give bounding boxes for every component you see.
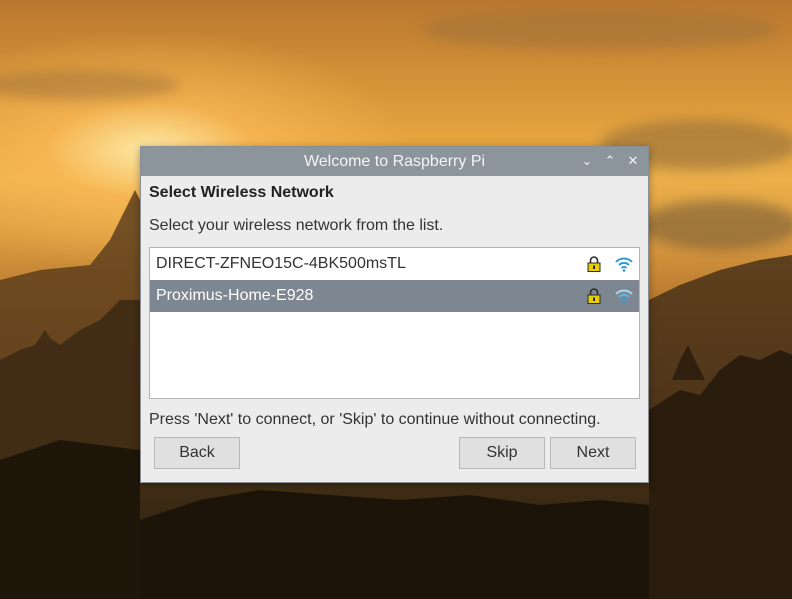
network-row[interactable]: DIRECT-ZFNEO15C-4BK500msTL bbox=[150, 248, 639, 280]
minimize-icon[interactable]: ⌄ bbox=[579, 153, 595, 169]
desktop-background: Welcome to Raspberry Pi ⌄ ⌃ ✕ Select Wir… bbox=[0, 0, 792, 599]
instruction-text: Select your wireless network from the li… bbox=[149, 217, 444, 234]
close-icon[interactable]: ✕ bbox=[625, 153, 641, 169]
setup-dialog: Welcome to Raspberry Pi ⌄ ⌃ ✕ Select Wir… bbox=[140, 146, 649, 483]
title-bar[interactable]: Welcome to Raspberry Pi ⌄ ⌃ ✕ bbox=[141, 147, 648, 176]
network-list[interactable]: DIRECT-ZFNEO15C-4BK500msTL Proximus-Home… bbox=[149, 247, 640, 399]
lock-icon bbox=[587, 256, 601, 272]
maximize-icon[interactable]: ⌃ bbox=[602, 153, 618, 169]
page-title: Select Wireless Network bbox=[149, 184, 334, 201]
wifi-signal-icon bbox=[615, 289, 633, 304]
network-row-selected[interactable]: Proximus-Home-E928 bbox=[150, 280, 639, 312]
window-title: Welcome to Raspberry Pi bbox=[303, 153, 486, 170]
connect-hint: Press 'Next' to connect, or 'Skip' to co… bbox=[149, 411, 601, 428]
skip-button[interactable]: Skip bbox=[459, 437, 545, 469]
lock-icon bbox=[587, 288, 601, 304]
network-ssid: Proximus-Home-E928 bbox=[156, 287, 314, 304]
network-ssid: DIRECT-ZFNEO15C-4BK500msTL bbox=[156, 255, 406, 272]
back-button[interactable]: Back bbox=[154, 437, 240, 469]
next-button[interactable]: Next bbox=[550, 437, 636, 469]
wifi-signal-icon bbox=[615, 257, 633, 272]
